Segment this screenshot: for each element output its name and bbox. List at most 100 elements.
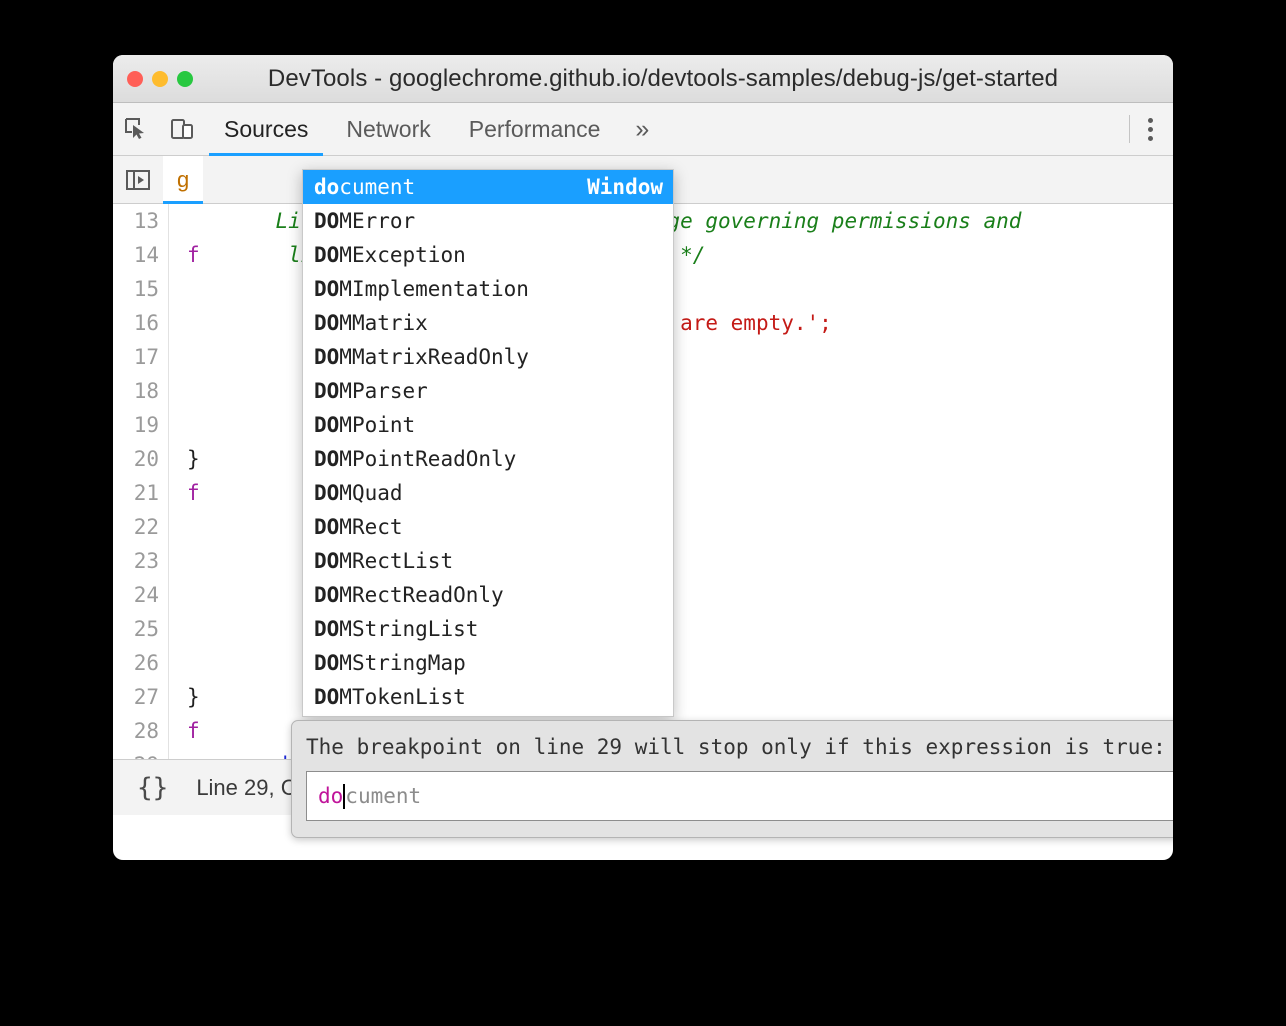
autocomplete-item-prefix: DO bbox=[314, 510, 339, 544]
autocomplete-item[interactable]: DOMStringList bbox=[303, 612, 673, 646]
autocomplete-item-rest: MPoint bbox=[339, 408, 415, 442]
device-toolbar-icon[interactable] bbox=[159, 103, 205, 156]
autocomplete-item[interactable]: DOMStringMap bbox=[303, 646, 673, 680]
autocomplete-item-rest: MRectList bbox=[339, 544, 453, 578]
tab-network[interactable]: Network bbox=[327, 103, 449, 156]
autocomplete-item-prefix: do bbox=[314, 170, 339, 204]
autocomplete-item-rest: MParser bbox=[339, 374, 428, 408]
more-tabs-label: » bbox=[635, 115, 649, 144]
autocomplete-item-rest: MRectReadOnly bbox=[339, 578, 503, 612]
line-number[interactable]: 16 bbox=[113, 306, 169, 340]
autocomplete-item[interactable]: DOMRect bbox=[303, 510, 673, 544]
close-window-button[interactable] bbox=[127, 71, 143, 87]
autocomplete-item-prefix: DO bbox=[314, 306, 339, 340]
autocomplete-item-prefix: DO bbox=[314, 238, 339, 272]
tab-label: Sources bbox=[224, 116, 308, 143]
file-tab-get-started[interactable]: g bbox=[163, 156, 203, 204]
conditional-breakpoint-dialog: The breakpoint on line 29 will stop only… bbox=[291, 720, 1173, 838]
line-number[interactable]: 13 bbox=[113, 204, 169, 238]
zoom-window-button[interactable] bbox=[177, 71, 193, 87]
autocomplete-item-prefix: DO bbox=[314, 544, 339, 578]
autocomplete-item[interactable]: document Window bbox=[303, 170, 673, 204]
autocomplete-item[interactable]: DOMQuad bbox=[303, 476, 673, 510]
code-token: } bbox=[187, 685, 200, 709]
autocomplete-item-rest: MQuad bbox=[339, 476, 402, 510]
kebab-menu-icon[interactable] bbox=[1140, 118, 1173, 141]
autocomplete-item[interactable]: DOMTokenList bbox=[303, 680, 673, 714]
autocomplete-item-prefix: DO bbox=[314, 578, 339, 612]
window-title: DevTools - googlechrome.github.io/devtoo… bbox=[113, 65, 1173, 93]
autocomplete-item[interactable]: DOMPoint bbox=[303, 408, 673, 442]
autocomplete-item[interactable]: DOMPointReadOnly bbox=[303, 442, 673, 476]
autocomplete-item-type: Window bbox=[569, 170, 663, 204]
code-token: f bbox=[187, 719, 200, 743]
line-number[interactable]: 26 bbox=[113, 646, 169, 680]
pretty-print-icon[interactable]: {} bbox=[113, 773, 182, 803]
autocomplete-dropdown[interactable]: documentWindowDOMErrorDOMExceptionDOMImp… bbox=[302, 169, 674, 717]
panel-tabs: Sources Network Performance » bbox=[205, 103, 1119, 156]
inspect-element-icon[interactable] bbox=[113, 103, 159, 156]
line-number[interactable]: 24 bbox=[113, 578, 169, 612]
line-number[interactable]: 18 bbox=[113, 374, 169, 408]
tab-label: Network bbox=[346, 116, 430, 143]
file-tab-label: g bbox=[177, 167, 189, 193]
autocomplete-item-rest: MRect bbox=[339, 510, 402, 544]
line-number[interactable]: 27 bbox=[113, 680, 169, 714]
autocomplete-item-prefix: DO bbox=[314, 646, 339, 680]
tab-sources[interactable]: Sources bbox=[205, 103, 327, 156]
code-token: f bbox=[187, 243, 200, 267]
autocomplete-item-prefix: DO bbox=[314, 204, 339, 238]
code-line-text: } bbox=[169, 442, 200, 476]
minimize-window-button[interactable] bbox=[152, 71, 168, 87]
code-line-text: } bbox=[169, 680, 200, 714]
tab-label: Performance bbox=[469, 116, 601, 143]
autocomplete-item[interactable]: DOMMatrixReadOnly bbox=[303, 340, 673, 374]
code-token: f bbox=[187, 481, 200, 505]
autocomplete-item-prefix: DO bbox=[314, 680, 339, 714]
autocomplete-item[interactable]: DOMRectList bbox=[303, 544, 673, 578]
line-number[interactable]: 25 bbox=[113, 612, 169, 646]
autocomplete-item-prefix: DO bbox=[314, 408, 339, 442]
window-titlebar: DevTools - googlechrome.github.io/devtoo… bbox=[113, 55, 1173, 103]
line-number[interactable]: 23 bbox=[113, 544, 169, 578]
autocomplete-item-rest: MImplementation bbox=[339, 272, 529, 306]
devtools-main-toolbar: Sources Network Performance » bbox=[113, 103, 1173, 156]
autocomplete-item-rest: MException bbox=[339, 238, 465, 272]
autocomplete-item-prefix: DO bbox=[314, 442, 339, 476]
autocomplete-item-rest: MPointReadOnly bbox=[339, 442, 516, 476]
devtools-window: DevTools - googlechrome.github.io/devtoo… bbox=[113, 55, 1173, 860]
autocomplete-item-rest: MError bbox=[339, 204, 415, 238]
tab-performance[interactable]: Performance bbox=[450, 103, 620, 156]
autocomplete-item[interactable]: DOMImplementation bbox=[303, 272, 673, 306]
breakpoint-input-ghost-text: cument bbox=[345, 784, 421, 808]
line-number[interactable]: 21 bbox=[113, 476, 169, 510]
autocomplete-item[interactable]: DOMException bbox=[303, 238, 673, 272]
autocomplete-item-prefix: DO bbox=[314, 340, 339, 374]
autocomplete-item-rest: MMatrix bbox=[339, 306, 428, 340]
autocomplete-item[interactable]: DOMError bbox=[303, 204, 673, 238]
breakpoint-dialog-message: The breakpoint on line 29 will stop only… bbox=[306, 733, 1173, 762]
autocomplete-item-rest: MMatrixReadOnly bbox=[339, 340, 529, 374]
autocomplete-item[interactable]: DOMRectReadOnly bbox=[303, 578, 673, 612]
line-number[interactable]: 29 bbox=[113, 748, 169, 759]
line-number[interactable]: 14 bbox=[113, 238, 169, 272]
line-number[interactable]: 22 bbox=[113, 510, 169, 544]
autocomplete-item-prefix: DO bbox=[314, 612, 339, 646]
more-tabs-icon[interactable]: » bbox=[619, 103, 665, 156]
autocomplete-item-rest: cument bbox=[339, 170, 415, 204]
line-number[interactable]: 20 bbox=[113, 442, 169, 476]
autocomplete-item-rest: MStringList bbox=[339, 612, 478, 646]
toolbar-divider bbox=[1129, 115, 1130, 143]
code-token: } bbox=[187, 447, 200, 471]
navigator-panel-toggle-icon[interactable] bbox=[113, 167, 163, 193]
code-line-text: f bbox=[169, 714, 200, 748]
autocomplete-item[interactable]: DOMMatrix bbox=[303, 306, 673, 340]
autocomplete-item-prefix: DO bbox=[314, 374, 339, 408]
autocomplete-item[interactable]: DOMParser bbox=[303, 374, 673, 408]
line-number[interactable]: 28 bbox=[113, 714, 169, 748]
autocomplete-item-prefix: DO bbox=[314, 272, 339, 306]
breakpoint-condition-input[interactable]: document bbox=[306, 771, 1173, 821]
line-number[interactable]: 19 bbox=[113, 408, 169, 442]
line-number[interactable]: 15 bbox=[113, 272, 169, 306]
line-number[interactable]: 17 bbox=[113, 340, 169, 374]
